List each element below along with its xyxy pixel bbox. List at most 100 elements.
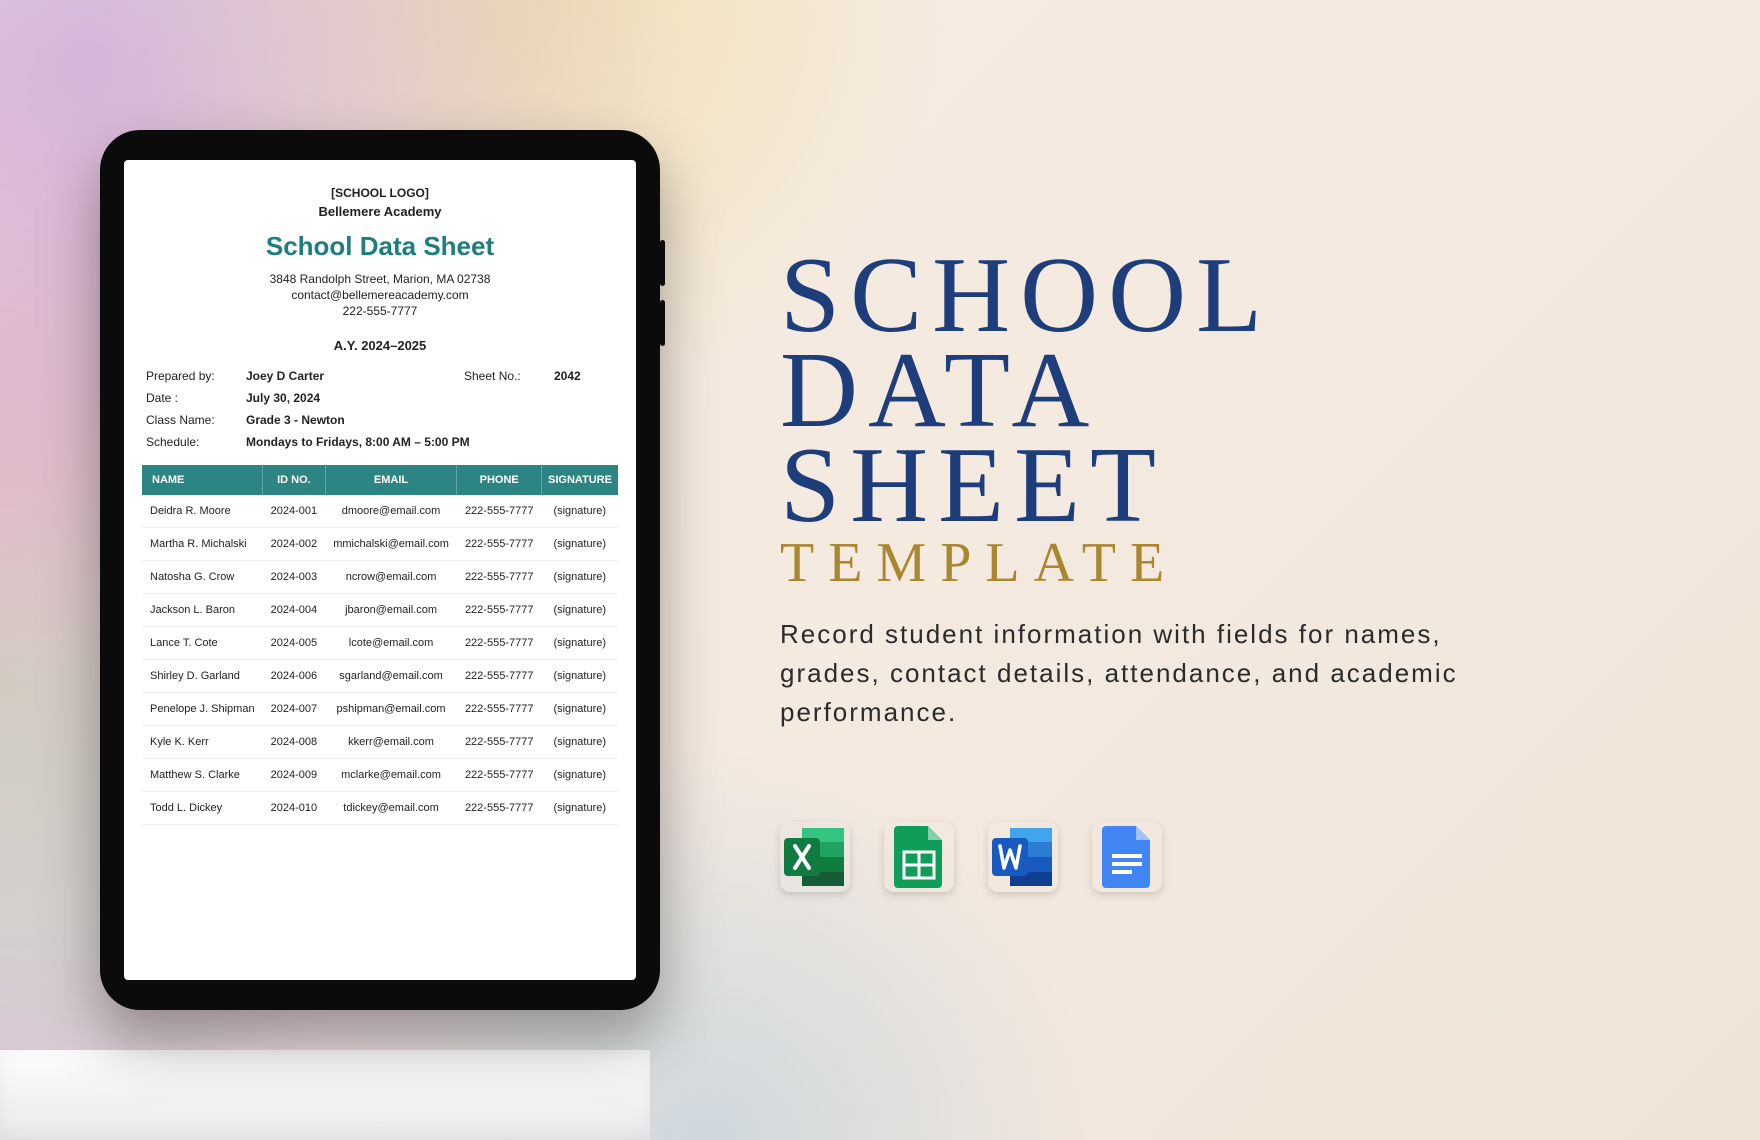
cell-name: Natosha G. Crow (142, 561, 263, 594)
table-row: Kyle K. Kerr2024-008kkerr@email.com222-5… (142, 726, 618, 759)
cell-phone: 222-555-7777 (457, 528, 542, 561)
cell-id: 2024-005 (263, 627, 326, 660)
promo-line-1: SCHOOL (780, 248, 1700, 343)
app-icons-row (780, 822, 1700, 892)
tablet-preview-zone: [SCHOOL LOGO] Bellemere Academy School D… (0, 130, 760, 1010)
date-label: Date : (146, 391, 246, 405)
cell-email: dmoore@email.com (325, 495, 457, 528)
col-sig: SIGNATURE (541, 465, 618, 495)
cell-id: 2024-006 (263, 660, 326, 693)
cell-id: 2024-010 (263, 792, 326, 825)
promo-title: SCHOOL DATA SHEET TEMPLATE (780, 248, 1700, 588)
document-meta: Prepared by: Joey D Carter Sheet No.: 20… (142, 369, 618, 449)
document-title: School Data Sheet (142, 231, 618, 262)
table-row: Penelope J. Shipman2024-007pshipman@emai… (142, 693, 618, 726)
cell-phone: 222-555-7777 (457, 561, 542, 594)
cell-id: 2024-007 (263, 693, 326, 726)
word-icon[interactable] (988, 822, 1058, 892)
cell-phone: 222-555-7777 (457, 726, 542, 759)
cell-sig: (signature) (541, 627, 618, 660)
cell-phone: 222-555-7777 (457, 693, 542, 726)
cell-email: kkerr@email.com (325, 726, 457, 759)
school-email: contact@bellemereacademy.com (142, 288, 618, 302)
school-address: 3848 Randolph Street, Marion, MA 02738 (142, 272, 618, 286)
col-email: EMAIL (325, 465, 457, 495)
cell-id: 2024-001 (263, 495, 326, 528)
cell-phone: 222-555-7777 (457, 627, 542, 660)
cell-id: 2024-003 (263, 561, 326, 594)
table-row: Lance T. Cote2024-005lcote@email.com222-… (142, 627, 618, 660)
class-value: Grade 3 - Newton (246, 413, 614, 427)
school-phone: 222-555-7777 (142, 304, 618, 318)
excel-icon[interactable] (780, 822, 850, 892)
table-row: Matthew S. Clarke2024-009mclarke@email.c… (142, 759, 618, 792)
cell-name: Matthew S. Clarke (142, 759, 263, 792)
cell-name: Todd L. Dickey (142, 792, 263, 825)
schedule-label: Schedule: (146, 435, 246, 449)
cell-phone: 222-555-7777 (457, 792, 542, 825)
schedule-value: Mondays to Fridays, 8:00 AM – 5:00 PM (246, 435, 614, 449)
tablet-frame: [SCHOOL LOGO] Bellemere Academy School D… (100, 130, 660, 1010)
table-row: Natosha G. Crow2024-003ncrow@email.com22… (142, 561, 618, 594)
prepared-by-value: Joey D Carter (246, 369, 464, 383)
cell-sig: (signature) (541, 759, 618, 792)
academic-year: A.Y. 2024–2025 (142, 338, 618, 353)
col-id: ID NO. (263, 465, 326, 495)
sheet-no-label: Sheet No.: (464, 369, 554, 383)
cell-name: Kyle K. Kerr (142, 726, 263, 759)
page-layout: [SCHOOL LOGO] Bellemere Academy School D… (0, 0, 1760, 1140)
cell-name: Penelope J. Shipman (142, 693, 263, 726)
promo-line-3: SHEET (780, 438, 1700, 533)
class-label: Class Name: (146, 413, 246, 427)
cell-email: ncrow@email.com (325, 561, 457, 594)
promo-line-2: DATA (780, 343, 1700, 438)
school-logo-placeholder: [SCHOOL LOGO] (142, 186, 618, 200)
cell-name: Jackson L. Baron (142, 594, 263, 627)
table-row: Deidra R. Moore2024-001dmoore@email.com2… (142, 495, 618, 528)
promo-description: Record student information with fields f… (780, 615, 1540, 732)
cell-phone: 222-555-7777 (457, 660, 542, 693)
cell-id: 2024-002 (263, 528, 326, 561)
cell-email: lcote@email.com (325, 627, 457, 660)
students-table: NAME ID NO. EMAIL PHONE SIGNATURE Deidra… (142, 465, 618, 825)
cell-name: Lance T. Cote (142, 627, 263, 660)
cell-id: 2024-008 (263, 726, 326, 759)
document-header: [SCHOOL LOGO] Bellemere Academy School D… (142, 186, 618, 353)
table-row: Shirley D. Garland2024-006sgarland@email… (142, 660, 618, 693)
cell-email: mmichalski@email.com (325, 528, 457, 561)
promo-column: SCHOOL DATA SHEET TEMPLATE Record studen… (760, 248, 1760, 891)
col-name: NAME (142, 465, 263, 495)
cell-phone: 222-555-7777 (457, 594, 542, 627)
cell-sig: (signature) (541, 792, 618, 825)
cell-phone: 222-555-7777 (457, 495, 542, 528)
cell-sig: (signature) (541, 693, 618, 726)
cell-sig: (signature) (541, 528, 618, 561)
docs-icon[interactable] (1092, 822, 1162, 892)
date-value: July 30, 2024 (246, 391, 614, 405)
prepared-by-label: Prepared by: (146, 369, 246, 383)
cell-email: sgarland@email.com (325, 660, 457, 693)
cell-id: 2024-004 (263, 594, 326, 627)
table-row: Martha R. Michalski2024-002mmichalski@em… (142, 528, 618, 561)
cell-email: mclarke@email.com (325, 759, 457, 792)
document-preview: [SCHOOL LOGO] Bellemere Academy School D… (124, 160, 636, 980)
col-phone: PHONE (457, 465, 542, 495)
cell-sig: (signature) (541, 726, 618, 759)
cell-sig: (signature) (541, 495, 618, 528)
cell-sig: (signature) (541, 594, 618, 627)
cell-name: Martha R. Michalski (142, 528, 263, 561)
cell-sig: (signature) (541, 660, 618, 693)
shelf-decor (0, 1050, 650, 1140)
sheet-no-value: 2042 (554, 369, 614, 383)
cell-name: Deidra R. Moore (142, 495, 263, 528)
students-tbody: Deidra R. Moore2024-001dmoore@email.com2… (142, 495, 618, 825)
cell-email: jbaron@email.com (325, 594, 457, 627)
cell-name: Shirley D. Garland (142, 660, 263, 693)
table-row: Todd L. Dickey2024-010tdickey@email.com2… (142, 792, 618, 825)
cell-email: tdickey@email.com (325, 792, 457, 825)
sheets-icon[interactable] (884, 822, 954, 892)
school-name: Bellemere Academy (142, 204, 618, 219)
cell-phone: 222-555-7777 (457, 759, 542, 792)
cell-id: 2024-009 (263, 759, 326, 792)
table-row: Jackson L. Baron2024-004jbaron@email.com… (142, 594, 618, 627)
